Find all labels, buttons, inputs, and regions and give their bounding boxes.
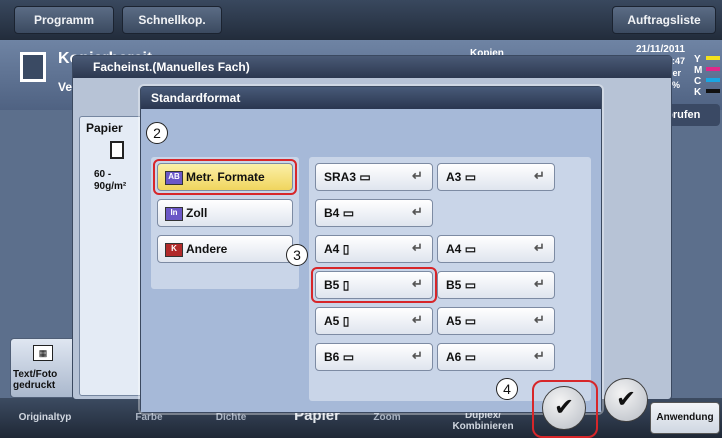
paper-weight-1: 60 - bbox=[94, 169, 112, 180]
tab-program[interactable]: Programm bbox=[14, 6, 114, 34]
size-a4-portrait[interactable]: A4 ▯ ↵ bbox=[315, 235, 433, 263]
size-a5-landscape[interactable]: A5 ▭ ↵ bbox=[437, 307, 555, 335]
toner-levels: Y M C K bbox=[694, 54, 702, 98]
landscape-icon: ▭ bbox=[464, 170, 477, 184]
check-icon: ✔ bbox=[553, 394, 575, 421]
dialog-title: Standardformat bbox=[141, 87, 601, 109]
other-icon: K bbox=[165, 243, 183, 257]
size-a5-landscape-label: A5 bbox=[446, 314, 462, 328]
original-type-button[interactable]: ▦ Text/Foto gedruckt bbox=[10, 338, 76, 398]
portrait-icon: ▯ bbox=[342, 242, 350, 256]
callout-step-2: 2 bbox=[146, 122, 168, 144]
landscape-icon: ▭ bbox=[342, 350, 355, 364]
toner-y-label: Y bbox=[694, 54, 701, 65]
toner-k-bar bbox=[706, 89, 720, 93]
dialog-body: AB Metr. Formate In Zoll K Andere SRA3 ▭… bbox=[141, 109, 601, 412]
return-arrow-icon: ↵ bbox=[412, 312, 423, 327]
category-group: AB Metr. Formate In Zoll K Andere bbox=[151, 157, 299, 289]
toner-m-bar bbox=[706, 67, 720, 71]
dialog-ok-button[interactable]: ✔ bbox=[542, 386, 586, 430]
tab-zoom[interactable]: Zoom bbox=[362, 412, 412, 423]
size-b6-landscape[interactable]: B6 ▭ ↵ bbox=[315, 343, 433, 371]
return-arrow-icon: ↵ bbox=[412, 168, 423, 183]
inch-button[interactable]: In Zoll bbox=[157, 199, 293, 227]
size-b5-landscape-label: B5 bbox=[446, 278, 462, 292]
landscape-icon: ▭ bbox=[342, 206, 355, 220]
tab-original-type[interactable]: Originaltyp bbox=[8, 412, 82, 423]
size-grid: SRA3 ▭ ↵ A3 ▭ ↵ B4 ▭ ↵ A4 ▯ ↵ A4 ▭ ↵ B5 … bbox=[309, 157, 591, 401]
landscape-icon: ▭ bbox=[359, 170, 371, 184]
landscape-icon: ▭ bbox=[464, 314, 477, 328]
size-a3-landscape[interactable]: A3 ▭ ↵ bbox=[437, 163, 555, 191]
portrait-icon: ▯ bbox=[342, 278, 350, 292]
tab-quick-copy[interactable]: Schnellkop. bbox=[122, 6, 222, 34]
size-a3-label: A3 bbox=[446, 170, 462, 184]
toner-c-bar bbox=[706, 78, 720, 82]
return-arrow-icon: ↵ bbox=[412, 348, 423, 363]
mode-label-2: gedruckt bbox=[13, 380, 56, 391]
size-b5-portrait[interactable]: B5 ▯ ↵ bbox=[315, 271, 433, 299]
size-b4-label: B4 bbox=[324, 206, 340, 220]
paper-label: Papier bbox=[86, 121, 123, 135]
size-sra3-label: SRA3 bbox=[324, 170, 357, 184]
toner-c-label: C bbox=[694, 76, 702, 87]
return-arrow-icon: ↵ bbox=[412, 240, 423, 255]
size-a6-label: A6 bbox=[446, 350, 462, 364]
check-icon: ✔ bbox=[615, 386, 637, 413]
toner-k-label: K bbox=[694, 87, 702, 98]
copy-icon bbox=[20, 52, 46, 82]
manual-tray-title: Facheinst.(Manuelles Fach) bbox=[73, 56, 671, 78]
portrait-icon: ▯ bbox=[342, 314, 350, 328]
size-a4-landscape-label: A4 bbox=[446, 242, 462, 256]
metric-formats-label: Metr. Formate bbox=[186, 170, 265, 184]
return-arrow-icon: ↵ bbox=[534, 276, 545, 291]
landscape-icon: ▭ bbox=[464, 278, 477, 292]
paper-weight-2: 90g/m² bbox=[94, 181, 127, 192]
size-b4-landscape[interactable]: B4 ▭ ↵ bbox=[315, 199, 433, 227]
size-a5-portrait-label: A5 bbox=[324, 314, 340, 328]
standard-size-dialog: Standardformat AB Metr. Formate In Zoll … bbox=[140, 86, 602, 413]
callout-step-3: 3 bbox=[286, 244, 308, 266]
date-label: 21/11/2011 bbox=[636, 44, 685, 55]
return-arrow-icon: ↵ bbox=[534, 168, 545, 183]
inch-icon: In bbox=[165, 207, 183, 221]
landscape-icon: ▭ bbox=[464, 350, 477, 364]
other-label: Andere bbox=[186, 242, 228, 256]
return-arrow-icon: ↵ bbox=[534, 312, 545, 327]
return-arrow-icon: ↵ bbox=[412, 276, 423, 291]
size-a5-portrait[interactable]: A5 ▯ ↵ bbox=[315, 307, 433, 335]
size-a4-landscape[interactable]: A4 ▭ ↵ bbox=[437, 235, 555, 263]
return-arrow-icon: ↵ bbox=[534, 240, 545, 255]
metric-formats-button[interactable]: AB Metr. Formate bbox=[157, 163, 293, 191]
return-arrow-icon: ↵ bbox=[412, 204, 423, 219]
application-button[interactable]: Anwendung bbox=[650, 402, 720, 434]
callout-step-4: 4 bbox=[496, 378, 518, 400]
copier-screen: Programm Schnellkop. Auftragsliste Kopie… bbox=[0, 0, 722, 438]
text-photo-icon: ▦ bbox=[33, 345, 53, 361]
size-b6-label: B6 bbox=[324, 350, 340, 364]
tab-density[interactable]: Dichte bbox=[206, 412, 256, 423]
other-button[interactable]: K Andere bbox=[157, 235, 293, 263]
tab-duplex-combine[interactable]: Duplex/ Kombinieren bbox=[446, 410, 520, 432]
inch-label: Zoll bbox=[186, 206, 208, 220]
top-bar: Programm Schnellkop. Auftragsliste bbox=[0, 0, 722, 40]
toner-m-label: M bbox=[694, 65, 703, 76]
size-a6-landscape[interactable]: A6 ▭ ↵ bbox=[437, 343, 555, 371]
panel-ok-button[interactable]: ✔ bbox=[604, 378, 648, 422]
tab-job-list[interactable]: Auftragsliste bbox=[612, 6, 716, 34]
size-sra3-landscape[interactable]: SRA3 ▭ ↵ bbox=[315, 163, 433, 191]
return-arrow-icon: ↵ bbox=[534, 348, 545, 363]
toner-y-bar bbox=[706, 56, 720, 60]
size-b5-portrait-label: B5 bbox=[324, 278, 340, 292]
tab-color[interactable]: Farbe bbox=[124, 412, 174, 423]
metric-icon: AB bbox=[165, 171, 183, 185]
size-a4-portrait-label: A4 bbox=[324, 242, 340, 256]
paper-icon bbox=[110, 141, 124, 159]
size-b5-landscape[interactable]: B5 ▭ ↵ bbox=[437, 271, 555, 299]
landscape-icon: ▭ bbox=[464, 242, 477, 256]
mode-label-1: Text/Foto bbox=[13, 369, 58, 380]
